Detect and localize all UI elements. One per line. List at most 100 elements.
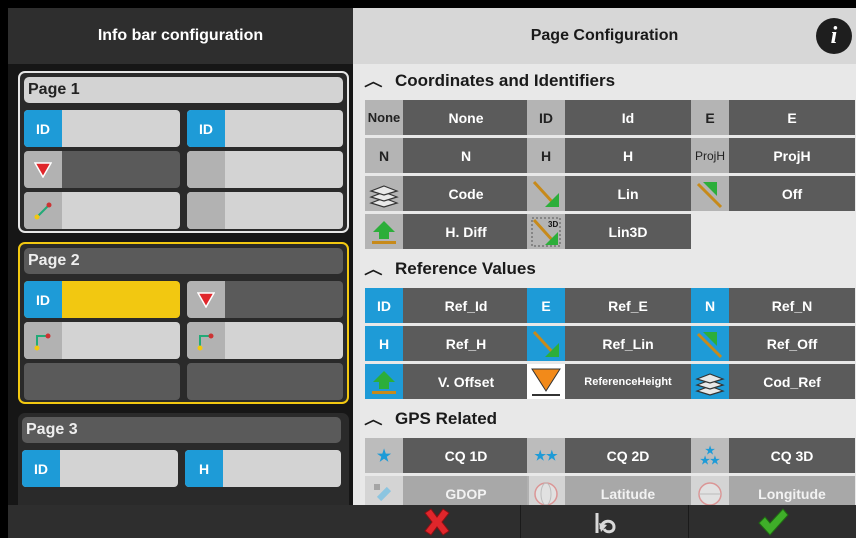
options-list[interactable]: ︿ Coordinates and Identifiers None None … (353, 64, 856, 505)
pin-points-icon (187, 322, 225, 359)
option-latitude[interactable]: Latitude (527, 476, 691, 505)
option-label: H (565, 138, 691, 173)
height-badge: H (185, 450, 223, 487)
info-icon: i (830, 22, 838, 49)
ref-h-icon: H (365, 326, 403, 361)
option-ref-e[interactable]: E Ref_E (527, 288, 691, 323)
line-points-icon (24, 192, 62, 229)
chevron-up-icon: ︿ (364, 411, 383, 427)
empty-tag (187, 151, 225, 188)
page1-slot-5[interactable] (24, 192, 180, 229)
option-off[interactable]: Off (691, 176, 855, 211)
offset-arrow-icon (691, 176, 729, 211)
option-label: Lin3D (565, 214, 691, 249)
section-reference-values[interactable]: ︿ Reference Values (353, 254, 856, 284)
info-button[interactable]: i (816, 18, 852, 54)
action-bar (353, 505, 856, 538)
page1-slot-1[interactable]: ID (24, 110, 180, 147)
page2-slot-5[interactable] (24, 363, 180, 400)
page1-slot-2[interactable]: ID (187, 110, 343, 147)
page2-slot-4[interactable] (187, 322, 343, 359)
option-label: V. Offset (403, 364, 529, 399)
page-title: Page 2 (24, 248, 343, 274)
id-badge: ID (22, 450, 60, 487)
satellite-icon (365, 476, 403, 505)
line-arrow-icon (527, 326, 565, 361)
option-v-offset[interactable]: V. Offset (365, 364, 529, 399)
option-label: Ref_E (565, 288, 691, 323)
page2-slot-2[interactable] (187, 281, 343, 318)
one-star-icon: ★ (365, 438, 403, 473)
option-longitude[interactable]: Longitude (691, 476, 855, 505)
section-gps-related[interactable]: ︿ GPS Related (353, 404, 856, 434)
option-label: CQ 2D (565, 438, 691, 473)
option-label: Lin (565, 176, 691, 211)
option-id[interactable]: ID Id (527, 100, 691, 135)
option-label: CQ 1D (403, 438, 529, 473)
option-cq-3d[interactable]: ★ ★★ CQ 3D (691, 438, 855, 473)
page-card-1[interactable]: Page 1 ID ID (18, 71, 349, 233)
option-lin3d[interactable]: 3D Lin3D (527, 214, 691, 249)
option-label: Ref_Id (403, 288, 529, 323)
page-configuration-panel: Page Configuration i ︿ Coordinates and I… (353, 8, 856, 538)
page2-slot-3[interactable] (24, 322, 180, 359)
pages-list[interactable]: Page 1 ID ID Page 2 ID Page 3 ID H (8, 64, 353, 505)
info-bar-title: Info bar configuration (8, 8, 353, 64)
option-ref-n[interactable]: N Ref_N (691, 288, 855, 323)
option-cod-ref[interactable]: Cod_Ref (691, 364, 855, 399)
page-card-2[interactable]: Page 2 ID (18, 242, 349, 404)
option-label: Longitude (729, 476, 855, 505)
option-label: Ref_Off (729, 326, 855, 361)
page1-slot-4[interactable] (187, 151, 343, 188)
vertical-offset-icon (365, 364, 403, 399)
triangle-icon (187, 281, 225, 318)
option-label: Ref_H (403, 326, 529, 361)
h-icon: H (527, 138, 565, 173)
option-ref-off[interactable]: Ref_Off (691, 326, 855, 361)
option-cq-1d[interactable]: ★ CQ 1D (365, 438, 529, 473)
option-gdop[interactable]: GDOP (365, 476, 529, 505)
confirm-button[interactable] (689, 505, 856, 538)
page2-slot-6[interactable] (187, 363, 343, 400)
page1-slot-6[interactable] (187, 192, 343, 229)
option-label: Code (403, 176, 529, 211)
option-h[interactable]: H H (527, 138, 691, 173)
line-arrow-icon (527, 176, 565, 211)
ref-id-icon: ID (365, 288, 403, 323)
page2-slot-1[interactable]: ID (24, 281, 180, 318)
option-label: Cod_Ref (729, 364, 855, 399)
option-projh[interactable]: ProjH ProjH (691, 138, 855, 173)
section-coordinates[interactable]: ︿ Coordinates and Identifiers (353, 66, 856, 96)
cancel-button[interactable] (353, 505, 521, 538)
option-e[interactable]: E E (691, 100, 855, 135)
page1-slot-3[interactable] (24, 151, 180, 188)
option-label: Id (565, 100, 691, 135)
pin-points-icon (24, 322, 62, 359)
line-3d-icon: 3D (527, 214, 565, 249)
option-ref-h[interactable]: H Ref_H (365, 326, 529, 361)
option-reference-height[interactable]: ReferenceHeight (527, 364, 691, 399)
svg-text:3D: 3D (548, 220, 558, 229)
n-icon: N (365, 138, 403, 173)
option-ref-lin[interactable]: Ref_Lin (527, 326, 691, 361)
confirm-icon (757, 507, 789, 536)
page3-slot-1[interactable]: ID (22, 450, 178, 487)
option-label: CQ 3D (729, 438, 855, 473)
option-ref-id[interactable]: ID Ref_Id (365, 288, 529, 323)
option-cq-2d[interactable]: ★★ CQ 2D (527, 438, 691, 473)
option-n[interactable]: N N (365, 138, 529, 173)
cancel-icon (423, 507, 450, 536)
option-h-diff[interactable]: H. Diff (365, 214, 529, 249)
option-label: ProjH (729, 138, 855, 173)
option-code[interactable]: Code (365, 176, 529, 211)
id-icon: ID (527, 100, 565, 135)
option-none[interactable]: None None (365, 100, 529, 135)
page-configuration-title: Page Configuration i (353, 8, 856, 64)
option-lin[interactable]: Lin (527, 176, 691, 211)
page3-slot-2[interactable]: H (185, 450, 341, 487)
undo-button[interactable] (521, 505, 689, 538)
ref-n-icon: N (691, 288, 729, 323)
option-label: GDOP (403, 476, 529, 505)
id-badge: ID (24, 281, 62, 318)
page-card-3[interactable]: Page 3 ID H (18, 413, 349, 505)
